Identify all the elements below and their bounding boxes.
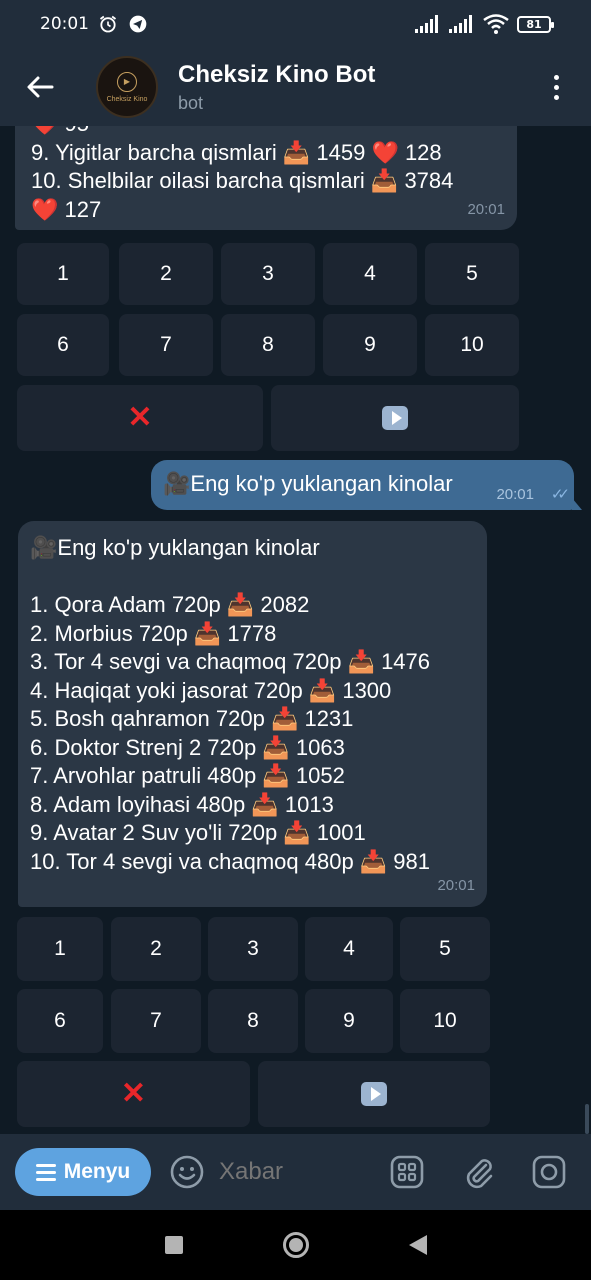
cross-mark-icon: ✕ [120,1077,147,1110]
message-line: 9. Avatar 2 Suv yo'li 720p 📥 1001 [30,820,366,845]
message-line: 5. Bosh qahramon 720p 📥 1231 [30,706,354,731]
wifi-icon [483,14,509,34]
keyboard-button-3[interactable]: 3 [208,917,298,981]
emoji-icon[interactable] [169,1154,205,1190]
close-button[interactable]: ✕ [17,385,263,451]
message-line: 1. Qora Adam 720p 📥 2082 [30,592,310,617]
next-page-button[interactable] [271,385,519,451]
attach-button[interactable] [461,1154,497,1190]
message-line: 8. Adam loyihasi 480p 📥 1013 [30,791,334,817]
incoming-message-top-downloads[interactable]: 🎥Eng ko'p yuklangan kinolar 1. Qora Adam… [18,521,487,907]
message-line: 10. Tor 4 sevgi va chaqmoq 480p 📥 981 [30,848,431,874]
keyboard-button-4[interactable]: 4 [323,243,417,305]
bot-menu-button[interactable]: Menyu [15,1148,151,1196]
message-line: 3. Tor 4 sevgi va chaqmoq 720p 📥 1476 [30,649,431,674]
message-input-bar: Menyu [0,1134,591,1210]
play-logo-icon: ▶ [117,71,137,92]
keyboard-button-7[interactable]: 7 [111,989,201,1053]
system-back-button[interactable] [408,1235,427,1255]
status-time: 20:01 [40,14,89,34]
more-vertical-icon [553,74,559,100]
keyboard-button-5[interactable]: 5 [400,917,490,981]
camera-button[interactable] [531,1154,567,1190]
status-bar: 20:01 81 [0,0,591,48]
chat-title-block[interactable]: Cheksiz Kino Bot bot [178,61,375,114]
message-line: 2. Morbius 720p 📥 1778 [30,620,277,646]
battery-level: 81 [526,17,542,31]
keyboard-button-3[interactable]: 3 [221,243,315,305]
signal-icon-1 [415,15,438,33]
avatar-brand-text: Cheksiz Kino [106,95,148,103]
message-line: 9. Yigitlar barcha qismlari 📥 1459 ❤️ 12… [31,139,442,165]
incoming-message[interactable]: ❤️ 95 9. Yigitlar barcha qismlari 📥 1459… [15,126,517,230]
arrow-left-icon [27,76,54,98]
camera-icon [532,1155,566,1189]
more-options-button[interactable] [521,48,591,126]
recent-apps-button[interactable] [164,1236,183,1254]
play-button-icon [382,406,408,430]
keyboard-button-10[interactable]: 10 [400,989,490,1053]
double-check-icon: ✓✓ [550,486,570,503]
bot-avatar[interactable]: ▶ Cheksiz Kino [96,56,158,118]
message-header: 🎥Eng ko'p yuklangan kinolar [30,535,320,560]
message-input[interactable] [219,1158,369,1186]
keyboard-button-9[interactable]: 9 [323,314,417,376]
bot-commands-button[interactable] [389,1154,425,1190]
alarm-icon [99,15,117,33]
keyboard-button-4[interactable]: 4 [305,917,393,981]
close-button[interactable]: ✕ [17,1061,250,1127]
outgoing-message[interactable]: 🎥Eng ko'p yuklangan kinolar 20:01 ✓✓ [151,460,582,510]
keyboard-button-2[interactable]: 2 [119,243,213,305]
telegram-notification-icon [129,15,147,33]
keyboard-button-2[interactable]: 2 [111,917,201,981]
message-line: ❤️ 127 [31,196,102,222]
system-navigation-bar [0,1210,591,1280]
bot-menu-label: Menyu [63,1160,131,1183]
keyboard-button-8[interactable]: 8 [221,314,315,376]
keyboard-button-1[interactable]: 1 [17,243,109,305]
keyboard-button-9[interactable]: 9 [305,989,393,1053]
message-line: 10. Shelbilar oilasi barcha qismlari 📥 3… [31,168,454,193]
message-time: 20:01 [467,200,505,218]
message-line: ❤️ 95 [31,126,501,139]
keyboard-button-10[interactable]: 10 [425,314,519,376]
bubble-tail [572,498,582,510]
keyboard-button-5[interactable]: 5 [425,243,519,305]
message-line: 7. Arvohlar patruli 480p 📥 1052 [30,763,345,788]
paperclip-icon [466,1159,493,1189]
chat-area[interactable]: ❤️ 95 9. Yigitlar barcha qismlari 📥 1459… [0,126,591,1134]
cross-mark-icon: ✕ [127,401,153,434]
message-time: 20:01 [437,876,475,894]
chat-title: Cheksiz Kino Bot [178,60,376,88]
keyboard-button-7[interactable]: 7 [119,314,213,376]
home-button[interactable] [282,1232,309,1258]
play-button-icon [361,1082,387,1106]
keyboard-button-6[interactable]: 6 [17,314,109,376]
chat-subtitle: bot [178,92,204,113]
next-page-button[interactable] [258,1061,490,1127]
chat-header: ▶ Cheksiz Kino Cheksiz Kino Bot bot [0,48,591,126]
signal-icon-2 [449,15,472,33]
commands-icon [390,1155,424,1189]
message-line: 6. Doktor Strenj 2 720p 📥 1063 [30,734,345,760]
message-text: 🎥Eng ko'p yuklangan kinolar [163,471,453,496]
back-button[interactable] [0,48,80,126]
message-line: 4. Haqiqat yoki jasorat 720p 📥 1300 [30,677,392,703]
message-time: 20:01 [496,486,534,503]
keyboard-button-6[interactable]: 6 [17,989,103,1053]
keyboard-button-8[interactable]: 8 [208,989,298,1053]
scrollbar[interactable] [585,1104,589,1134]
menu-icon [35,1163,56,1181]
battery-indicator: 81 [517,15,554,33]
keyboard-button-1[interactable]: 1 [17,917,103,981]
